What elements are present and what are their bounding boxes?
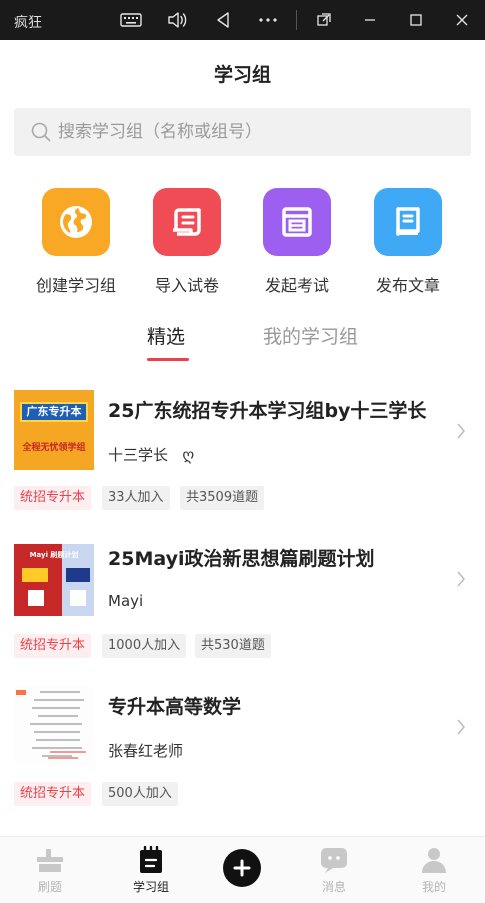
category-tag: 统招专升本 — [14, 782, 92, 806]
nav-messages-label: 消息 — [321, 880, 346, 894]
minimize-icon[interactable] — [358, 8, 382, 32]
group-author: Mayi — [108, 592, 144, 610]
publish-article-button[interactable]: 发布文章 — [358, 188, 458, 296]
volume-icon[interactable] — [165, 8, 189, 32]
group-item[interactable]: 专升本高等数学 张春红老师 统招专升本 500人加入 — [0, 686, 485, 824]
members-tag: 1000人加入 — [102, 634, 187, 658]
members-tag: 33人加入 — [102, 486, 170, 510]
globe-icon — [42, 188, 110, 256]
practice-icon — [20, 845, 80, 875]
chevron-right-icon — [456, 422, 466, 444]
page-title: 学习组 — [213, 64, 271, 86]
nav-practice-label: 刷题 — [37, 880, 62, 894]
questions-tag: 共3509道题 — [180, 486, 265, 510]
group-title: 专升本高等数学 — [108, 696, 242, 718]
nav-study-group-label: 学习组 — [132, 880, 169, 894]
scroll-icon — [153, 188, 221, 256]
import-paper-button[interactable]: 导入试卷 — [137, 188, 237, 296]
book-icon — [374, 188, 442, 256]
maximize-icon[interactable] — [404, 8, 428, 32]
author-badge: ღ — [182, 446, 195, 464]
chevron-right-icon — [456, 570, 466, 592]
titlebar-divider — [296, 10, 297, 30]
group-title: 25广东统招专升本学习组by十三学长 — [108, 400, 427, 422]
questions-tag: 共530道题 — [195, 634, 271, 658]
group-title: 25Mayi政治新思想篇刷题计划 — [108, 548, 375, 570]
tab-active-indicator — [147, 358, 189, 361]
search-bar[interactable] — [14, 108, 471, 156]
nav-study-group[interactable]: 学习组 — [121, 845, 181, 895]
group-author: 十三学长 ღ — [108, 446, 195, 464]
category-tag: 统招专升本 — [14, 486, 92, 510]
app-name: 疯狂 — [14, 15, 42, 31]
cover-title: Mayi 刷题计划 — [29, 551, 79, 559]
restore-window-icon[interactable] — [312, 8, 336, 32]
cover-subtitle: 全程无忧领学组 — [22, 443, 86, 453]
group-item[interactable]: 广东专升本 全程无忧领学组 25广东统招专升本学习组by十三学长 十三学长 ღ … — [0, 390, 485, 528]
window-titlebar: 疯狂 — [0, 0, 485, 40]
add-button[interactable] — [223, 849, 261, 887]
publish-article-label: 发布文章 — [375, 276, 440, 295]
nav-practice[interactable]: 刷题 — [20, 845, 80, 895]
study-group-icon — [121, 845, 181, 875]
create-group-button[interactable]: 创建学习组 — [26, 188, 126, 296]
group-cover: Mayi 刷题计划 — [14, 538, 94, 618]
search-icon — [30, 121, 52, 147]
start-exam-label: 发起考试 — [264, 276, 329, 295]
nav-profile-label: 我的 — [421, 880, 446, 894]
create-group-label: 创建学习组 — [35, 276, 116, 295]
nav-messages[interactable]: 消息 — [304, 845, 364, 895]
members-tag: 500人加入 — [102, 782, 178, 806]
bottom-nav: 刷题 学习组 消息 我的 — [0, 836, 485, 903]
keyboard-icon[interactable] — [119, 8, 143, 32]
chevron-right-icon — [456, 718, 466, 740]
nav-profile[interactable]: 我的 — [404, 845, 464, 895]
more-dots-icon[interactable] — [256, 8, 280, 32]
tab-my-groups[interactable]: 我的学习组 — [263, 322, 358, 349]
math-notes-thumbnail — [16, 690, 86, 759]
close-icon[interactable] — [450, 8, 474, 32]
exam-paper-icon — [263, 188, 331, 256]
cover-title: 广东专升本 — [20, 402, 88, 422]
back-triangle-icon[interactable] — [211, 8, 235, 32]
start-exam-button[interactable]: 发起考试 — [247, 188, 347, 296]
group-author: 张春红老师 — [108, 742, 184, 760]
category-tag: 统招专升本 — [14, 634, 92, 658]
profile-icon — [404, 845, 464, 875]
search-input[interactable] — [58, 108, 458, 156]
group-item[interactable]: Mayi 刷题计划 25Mayi政治新思想篇刷题计划 Mayi 统招专升本 10… — [0, 538, 485, 676]
group-cover: 广东专升本 全程无忧领学组 — [14, 390, 94, 470]
plus-icon — [233, 859, 251, 877]
tab-featured[interactable]: 精选 — [147, 322, 185, 349]
group-cover — [14, 686, 94, 766]
message-icon — [304, 845, 364, 875]
import-paper-label: 导入试卷 — [154, 276, 219, 295]
